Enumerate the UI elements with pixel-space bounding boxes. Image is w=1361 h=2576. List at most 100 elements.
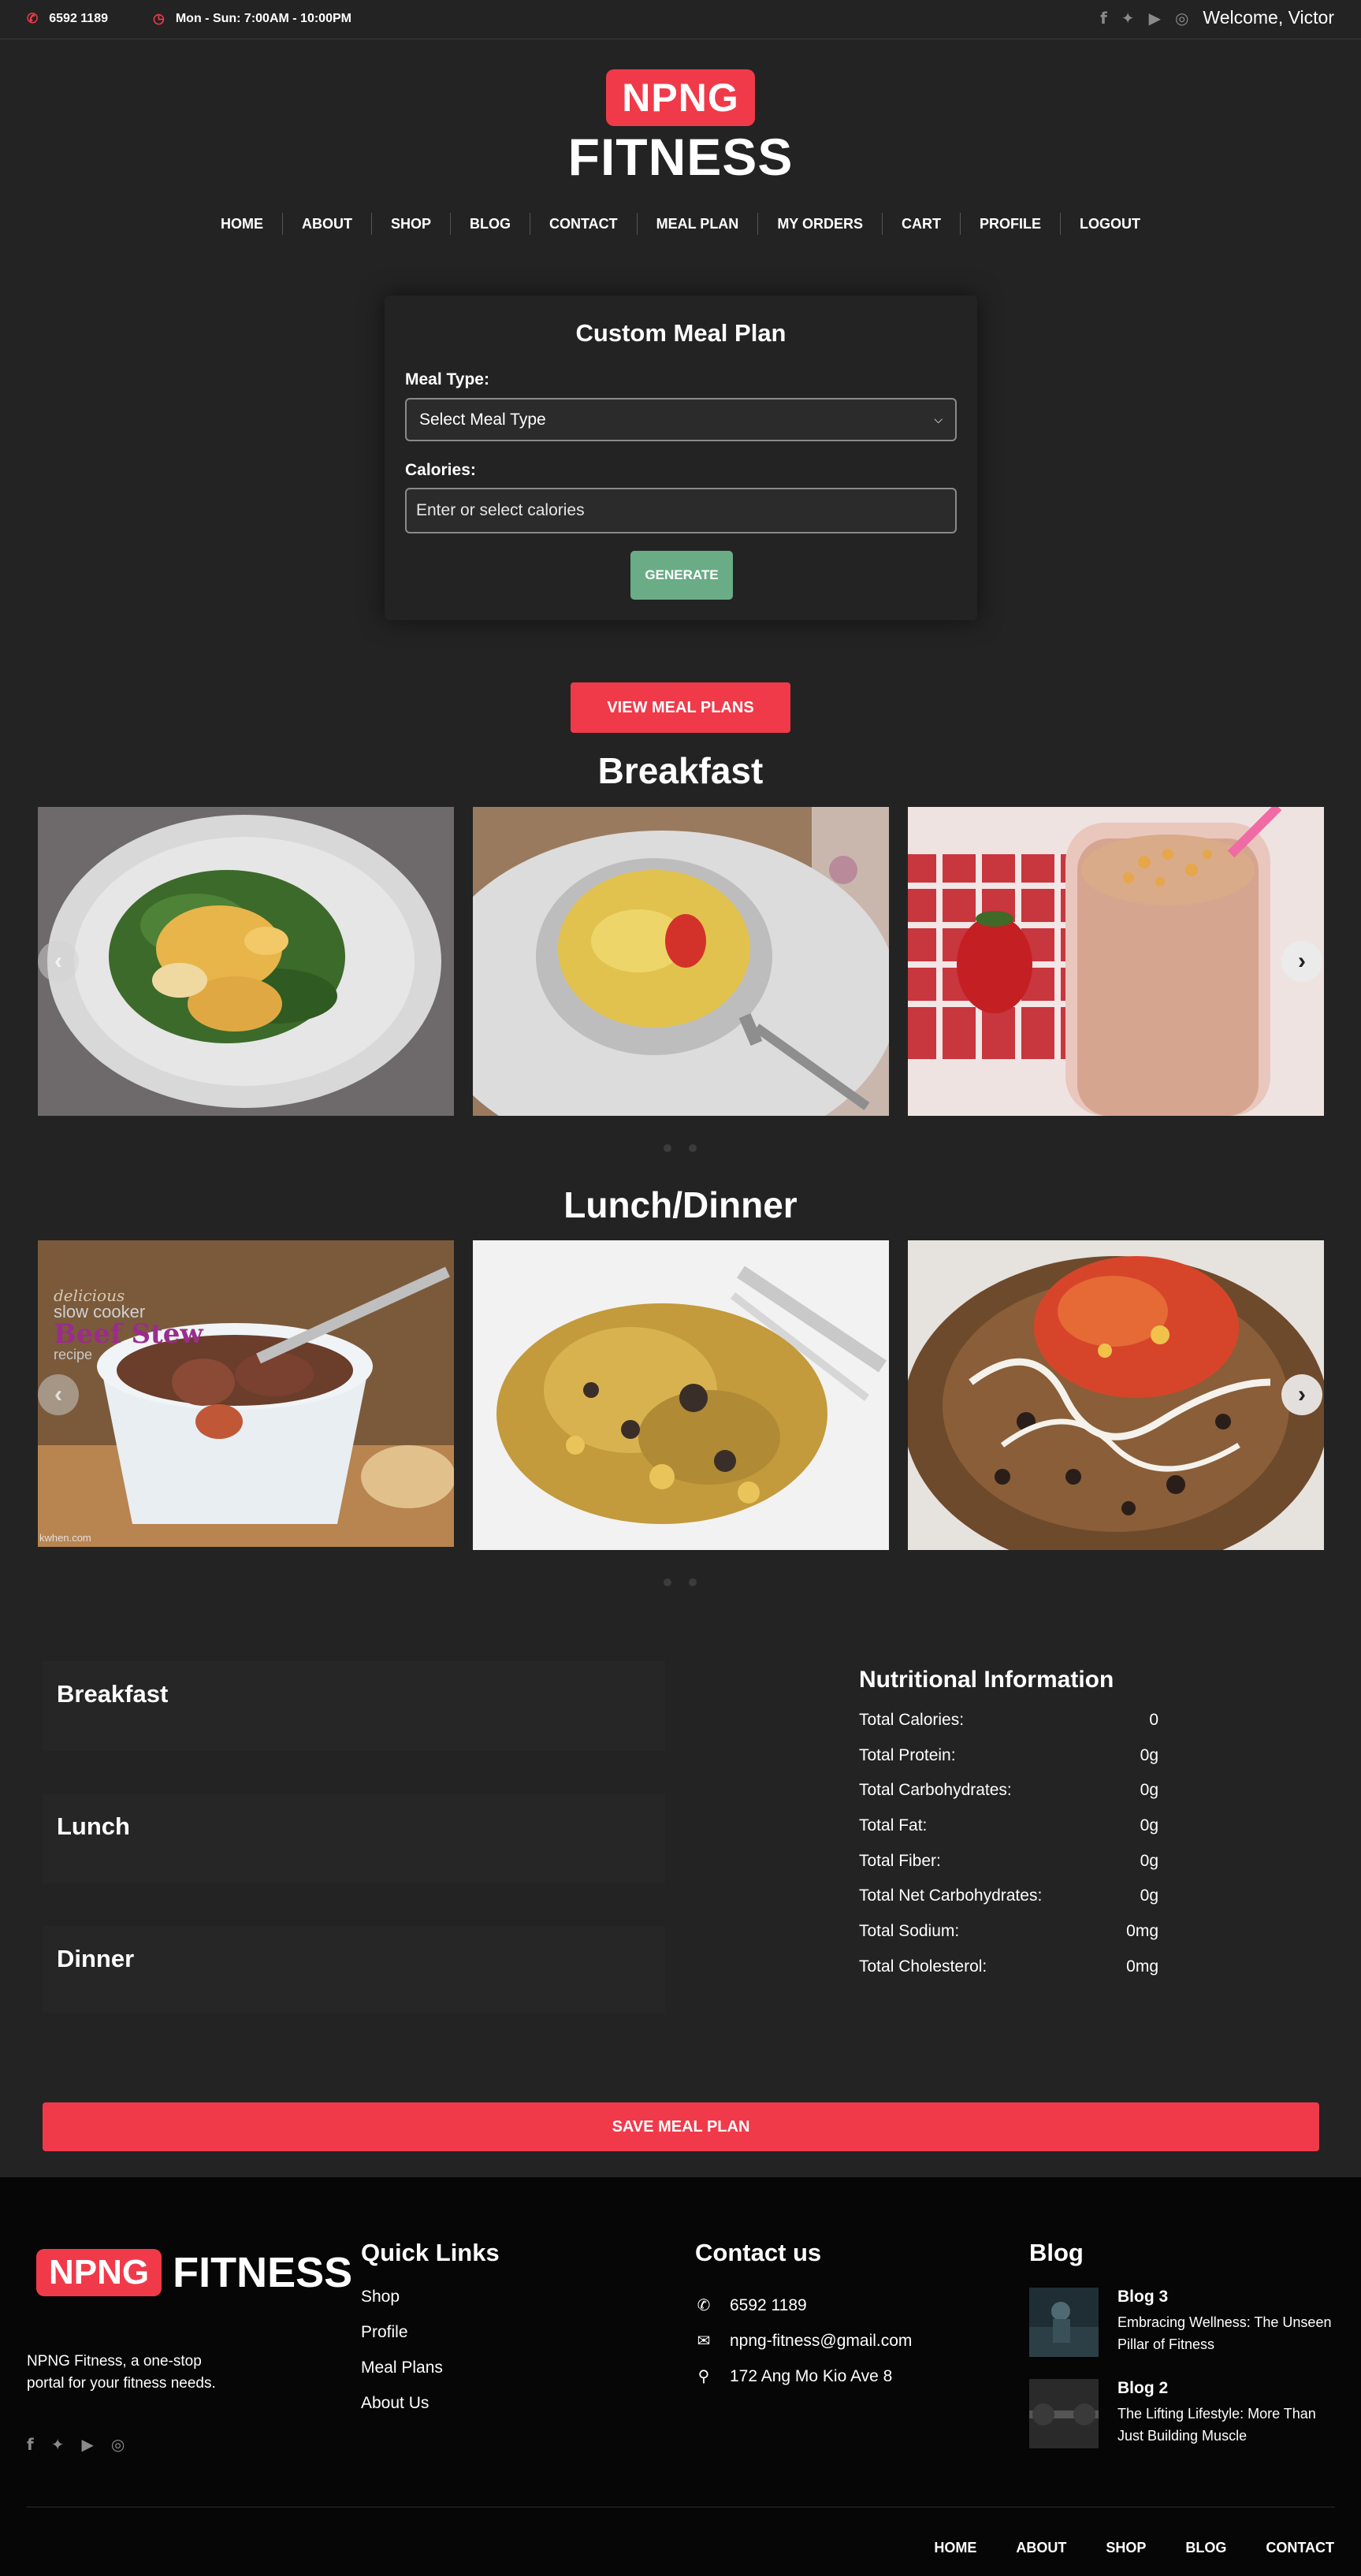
egg-souffle-photo [473,807,889,1116]
carousel-dot[interactable] [689,1144,697,1152]
nutrition-value: 0g [1140,1816,1158,1835]
nav-logout[interactable]: LOGOUT [1061,213,1159,235]
footer-social: f ✦ ▶ ◎ [27,2435,125,2454]
nutrition-value: 0g [1140,1781,1158,1800]
breakfast-image-egg-souffle[interactable] [473,807,889,1116]
facebook-icon[interactable]: f [27,2435,34,2454]
phone-icon: ✆ [27,11,39,26]
nutrition-value: 0mg [1126,1922,1158,1941]
breakfast-summary-title: Breakfast [57,1680,169,1708]
chevron-left-icon: ‹ [54,1381,62,1407]
chevron-right-icon: › [1298,1381,1306,1407]
topbar-phone: ✆ 6592 1189 [27,11,108,27]
nutrition-label: Total Fiber: [859,1851,941,1870]
footer-link-shop[interactable]: Shop [361,2288,500,2323]
nav-blog[interactable]: BLOG [451,213,530,235]
nav-about[interactable]: ABOUT [283,213,372,235]
lunch-image-beef-stew[interactable]: delicious slow cooker Beef Stew recipe k… [38,1240,454,1547]
meal-type-select[interactable]: Select Meal Type ⌵ [405,398,957,441]
topbar-right: f ✦ ▶ ◎ Welcome, Victor [1100,7,1334,28]
footer-contact: Contact us ✆ 6592 1189 ✉ npng-fitness@gm… [695,2239,912,2394]
lunch-dinner-prev-arrow[interactable]: ‹ [38,1374,79,1415]
chevron-right-icon: › [1298,948,1306,974]
site-logo[interactable]: NPNG FITNESS [0,69,1361,184]
site-footer: NPNG FITNESS NPNG Fitness, a one-stop po… [0,2177,1361,2576]
footer-email-text[interactable]: npng-fitness@gmail.com [730,2332,912,2351]
footer-blog-item[interactable]: Blog 3 Embracing Wellness: The Unseen Pi… [1029,2288,1338,2357]
nutrition-row-protein: Total Protein: 0g [859,1746,1158,1782]
nav-profile[interactable]: PROFILE [961,213,1062,235]
youtube-icon[interactable]: ▶ [1149,9,1161,28]
main-nav: HOME ABOUT SHOP BLOG CONTACT MEAL PLAN M… [0,213,1361,235]
footer-blog-item[interactable]: Blog 2 The Lifting Lifestyle: More Than … [1029,2379,1338,2448]
nav-cart[interactable]: CART [883,213,961,235]
save-meal-plan-button[interactable]: SAVE MEAL PLAN [43,2102,1319,2151]
nutrition-label: Total Net Carbohydrates: [859,1886,1043,1905]
facebook-icon[interactable]: f [1100,9,1107,28]
top-bar: ✆ 6592 1189 ◷ Mon - Sun: 7:00AM - 10:00P… [0,0,1361,39]
nutrition-row-cholesterol: Total Cholesterol: 0mg [859,1957,1158,1993]
carousel-dot[interactable] [689,1578,697,1586]
nav-contact[interactable]: CONTACT [530,213,638,235]
topbar-hours: ◷ Mon - Sun: 7:00AM - 10:00PM [153,11,351,27]
lunch-dinner-next-arrow[interactable]: › [1281,1374,1322,1415]
nutrition-row-sodium: Total Sodium: 0mg [859,1922,1158,1957]
contact-title: Contact us [695,2239,822,2266]
footer-nav-blog[interactable]: BLOG [1185,2540,1226,2556]
footer-blog: Blog Blog 3 Embracing Wellness: The Unse… [1029,2239,1338,2470]
envelope-icon: ✉ [697,2333,711,2350]
carousel-dot[interactable] [664,1144,671,1152]
view-meal-plans-button[interactable]: VIEW MEAL PLANS [571,682,790,733]
couscous-photo [473,1240,889,1550]
nutrition-row-fiber: Total Fiber: 0g [859,1852,1158,1887]
footer-link-meal-plans[interactable]: Meal Plans [361,2359,500,2394]
welcome-text[interactable]: Welcome, Victor [1203,7,1334,28]
meal-plan-summary: Breakfast Lunch Dinner [43,1661,665,2013]
breakfast-next-arrow[interactable]: › [1281,941,1322,982]
breakfast-image-eggs-greens[interactable] [38,807,454,1116]
instagram-icon[interactable]: ◎ [111,2435,125,2454]
footer-nav-home[interactable]: HOME [934,2540,976,2556]
chevron-left-icon: ‹ [54,948,62,974]
breakfast-prev-arrow[interactable]: ‹ [38,941,79,982]
phone-icon: ✆ [697,2297,711,2314]
footer-nav-shop[interactable]: SHOP [1106,2540,1146,2556]
nutrition-value: 0g [1140,1886,1158,1905]
nav-my-orders[interactable]: MY ORDERS [758,213,883,235]
footer-logo[interactable]: NPNG FITNESS [36,2248,352,2297]
blog-item-description: The Lifting Lifestyle: More Than Just Bu… [1117,2406,1316,2444]
dinner-summary-title: Dinner [57,1945,135,1972]
breakfast-image-smoothie[interactable] [908,807,1324,1116]
nav-home[interactable]: HOME [202,213,283,235]
footer-link-profile[interactable]: Profile [361,2323,500,2359]
nav-shop[interactable]: SHOP [372,213,451,235]
clock-icon: ◷ [153,11,165,26]
footer-link-about-us[interactable]: About Us [361,2394,500,2429]
beef-stew-overlay: delicious slow cooker Beef Stew recipe [54,1288,203,1362]
topbar-hours-text: Mon - Sun: 7:00AM - 10:00PM [175,12,351,25]
lunch-dinner-carousel-title: Lunch/Dinner [563,1184,798,1225]
nutrition-label: Total Carbohydrates: [859,1781,1012,1800]
lunch-image-rice-beans[interactable] [908,1240,1324,1550]
nutrition-label: Total Protein: [859,1745,956,1764]
footer-nav-about[interactable]: ABOUT [1016,2540,1066,2556]
nav-meal-plan[interactable]: MEAL PLAN [638,213,759,235]
calories-label: Calories: [405,461,476,479]
nutrition-label: Total Cholesterol: [859,1957,987,1976]
nutrition-value: 0mg [1126,1957,1158,1976]
youtube-icon[interactable]: ▶ [81,2435,93,2454]
dinner-summary-block: Dinner [43,1926,665,2013]
beef-stew-text-1: delicious [54,1286,125,1305]
carousel-dot[interactable] [664,1578,671,1586]
calories-input[interactable] [405,488,957,533]
nutrition-row-calories: Total Calories: 0 [859,1711,1158,1746]
generate-button[interactable]: GENERATE [630,551,733,600]
smoothie-photo [908,807,1324,1116]
twitter-icon[interactable]: ✦ [1121,9,1135,28]
lunch-image-couscous[interactable] [473,1240,889,1550]
twitter-icon[interactable]: ✦ [51,2435,65,2454]
chevron-down-icon: ⌵ [934,413,943,426]
footer-nav-contact[interactable]: CONTACT [1266,2540,1334,2556]
instagram-icon[interactable]: ◎ [1175,9,1188,28]
lunch-summary-title: Lunch [57,1812,130,1840]
